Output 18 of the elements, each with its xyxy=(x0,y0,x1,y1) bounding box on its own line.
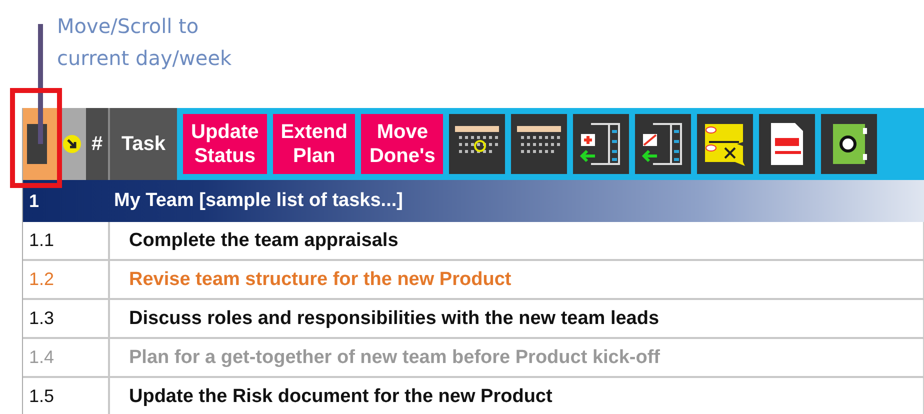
task-title: Revise team structure for the new Product xyxy=(108,261,923,298)
task-number: 1.5 xyxy=(28,386,56,407)
task-title: Complete the team appraisals xyxy=(108,222,923,259)
group-title: My Team [sample list of tasks...] xyxy=(113,190,403,212)
column-header: # xyxy=(86,108,108,180)
task-number: 1.3 xyxy=(28,308,56,329)
task-number: 1.2 xyxy=(28,269,56,290)
action-button[interactable]: Move Done's xyxy=(361,114,444,174)
task-number: 1.4 xyxy=(28,347,56,368)
task-number: 1.1 xyxy=(28,230,56,251)
group-number: 1 xyxy=(28,190,40,212)
column-header: Task xyxy=(108,108,177,180)
action-button[interactable]: Update Status xyxy=(183,114,267,174)
task-title: Plan for a get-together of new team before Product kick-off xyxy=(108,339,923,376)
callout-text: Move/Scroll to current day/week xyxy=(57,13,232,72)
task-title: Discuss roles and responsibilities with the new team leads xyxy=(108,300,923,337)
task-title: Update the Risk document for the new Product xyxy=(108,378,923,414)
action-button[interactable]: Extend Plan xyxy=(272,114,356,174)
